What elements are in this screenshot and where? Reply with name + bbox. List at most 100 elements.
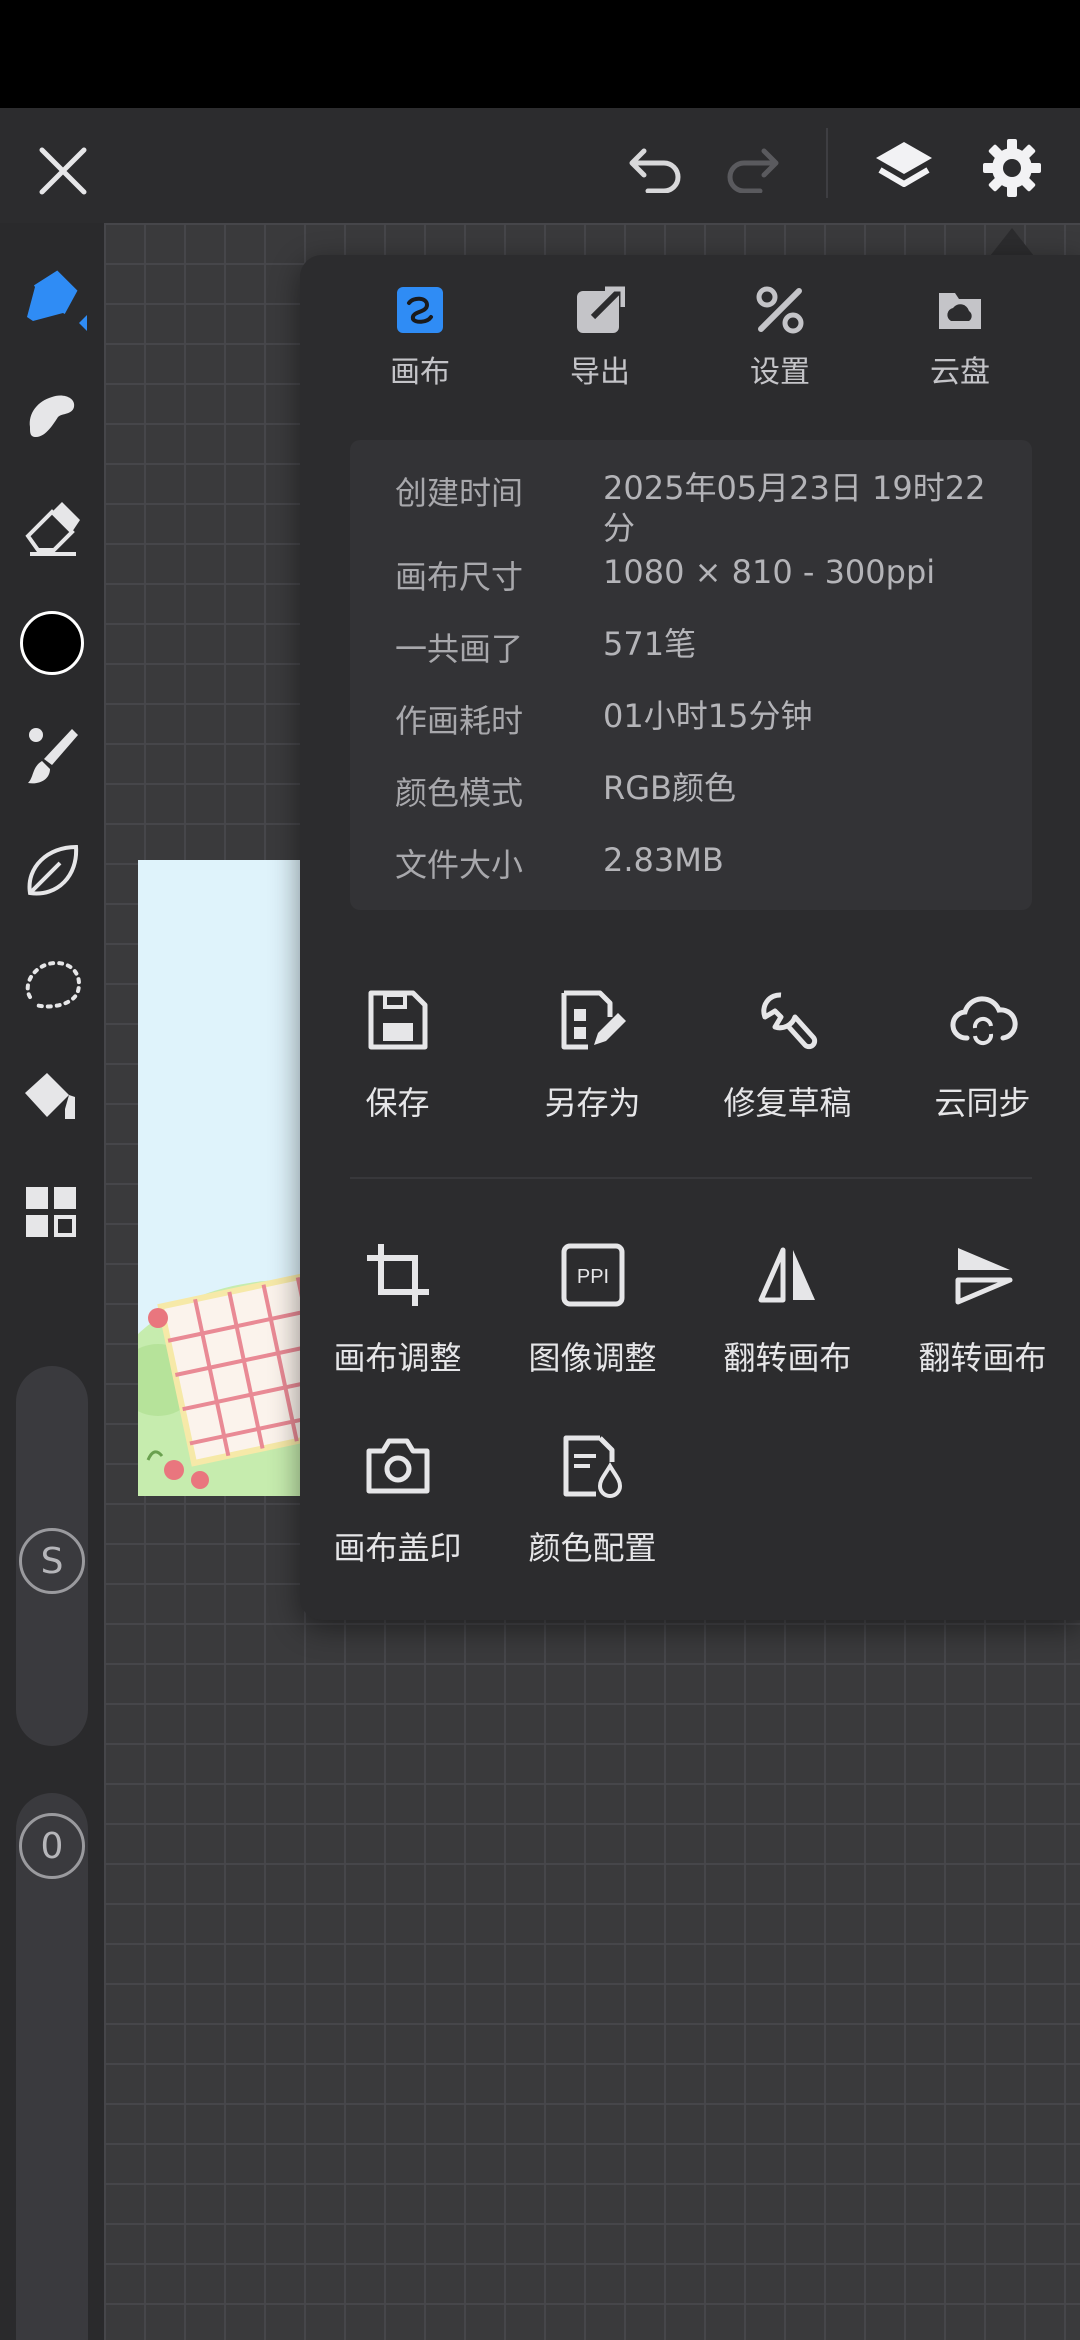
- left-toolbar: S 0: [0, 223, 104, 2340]
- canvas-adjust-label: 画布调整: [333, 1339, 462, 1377]
- color-picker[interactable]: [0, 593, 104, 693]
- save-icon: [368, 990, 427, 1050]
- info-key: 创建时间: [395, 474, 524, 512]
- flip-vertical-label: 翻转画布: [918, 1339, 1047, 1377]
- opacity-knob[interactable]: 0: [19, 1813, 85, 1879]
- tab-settings-label: 设置: [750, 356, 810, 389]
- canvas-info-box: 创建时间 2025年05月23日 19时22分 画布尺寸 1080 × 810 …: [350, 440, 1032, 910]
- info-key: 文件大小: [395, 846, 524, 884]
- info-value: 571笔: [603, 625, 697, 663]
- artwork-image: [138, 860, 308, 1496]
- smudge-tool[interactable]: [0, 363, 104, 463]
- cloud-sync-icon: [950, 996, 1018, 1046]
- app-root: S 0 画布 导出 设置 云盘 创建时间 2025年05月23日 19时22分 …: [0, 0, 1080, 2340]
- flip-vertical-icon: [955, 1248, 1012, 1305]
- info-row-size: 画布尺寸 1080 × 810 - 300ppi: [395, 552, 1015, 602]
- brush-tool[interactable]: [0, 707, 104, 807]
- brush-icon: [28, 728, 78, 784]
- repair-draft-button[interactable]: 修复草稿: [690, 980, 885, 1150]
- info-value: 1080 × 810 - 300ppi: [603, 553, 936, 591]
- settings-button[interactable]: [972, 128, 1052, 208]
- ppi-icon: PPI: [561, 1243, 624, 1307]
- more-tools[interactable]: [0, 1163, 104, 1263]
- canvas-stamp-label: 画布盖印: [333, 1529, 462, 1567]
- image-adjust-button[interactable]: PPI 图像调整: [495, 1235, 690, 1405]
- panel-tabs: 画布 导出 设置 云盘: [300, 285, 1080, 405]
- gear-icon: [983, 139, 1041, 197]
- image-adjust-label: 图像调整: [528, 1339, 657, 1377]
- close-icon: [39, 147, 87, 195]
- fill-tool[interactable]: [0, 1049, 104, 1149]
- tab-canvas[interactable]: 画布: [345, 285, 495, 405]
- color-profile-label: 颜色配置: [528, 1529, 657, 1567]
- eraser-icon: [25, 502, 80, 556]
- undo-button[interactable]: [618, 130, 694, 206]
- tab-settings[interactable]: 设置: [705, 285, 855, 405]
- current-color-swatch: [20, 611, 84, 675]
- actions-divider: [350, 1177, 1032, 1179]
- cloud-sync-label: 云同步: [934, 1084, 1031, 1122]
- canvas-stamp-button[interactable]: 画布盖印: [300, 1425, 495, 1595]
- save-as-label: 另存为: [544, 1084, 641, 1122]
- svg-text:PPI: PPI: [576, 1266, 608, 1288]
- tab-cloud[interactable]: 云盘: [885, 285, 1035, 405]
- save-label: 保存: [365, 1084, 430, 1122]
- tab-export[interactable]: 导出: [525, 285, 675, 405]
- layers-button[interactable]: [864, 128, 944, 208]
- camera-icon: [366, 1438, 429, 1494]
- undo-icon: [629, 148, 681, 193]
- crop-icon: [366, 1244, 429, 1306]
- info-value: 2025年05月23日 19时22分: [603, 469, 986, 547]
- tab-export-label: 导出: [570, 356, 630, 389]
- redo-icon: [727, 148, 779, 193]
- smudge-icon: [29, 395, 75, 437]
- brush-size-label: S: [40, 1540, 64, 1582]
- info-value: 2.83MB: [603, 841, 724, 879]
- flip-horizontal-label: 翻转画布: [723, 1339, 852, 1377]
- info-value: RGB颜色: [603, 769, 736, 807]
- brush-size-knob[interactable]: S: [19, 1528, 85, 1594]
- opacity-label: 0: [40, 1825, 64, 1867]
- save-as-button[interactable]: 另存为: [495, 980, 690, 1150]
- liquify-tool[interactable]: [0, 821, 104, 921]
- color-profile-button[interactable]: 颜色配置: [495, 1425, 690, 1595]
- settings-tools-icon: [756, 286, 804, 334]
- info-key: 画布尺寸: [395, 558, 524, 596]
- leaf-icon: [27, 844, 79, 896]
- close-button[interactable]: [20, 128, 106, 214]
- save-as-icon: [561, 990, 626, 1050]
- info-row-color-mode: 颜色模式 RGB颜色: [395, 768, 1015, 818]
- opacity-slider[interactable]: 0: [16, 1793, 88, 2340]
- redo-button[interactable]: [714, 130, 790, 206]
- layers-icon: [876, 142, 932, 187]
- canvas-settings-panel: 画布 导出 设置 云盘 创建时间 2025年05月23日 19时22分 画布尺寸: [300, 255, 1080, 1620]
- tab-cloud-label: 云盘: [930, 356, 990, 389]
- brush-size-slider[interactable]: S: [16, 1366, 88, 1746]
- info-row-strokes: 一共画了 571笔: [395, 624, 1015, 674]
- grid-icon: [26, 1187, 76, 1237]
- flip-horizontal-icon: [758, 1247, 815, 1303]
- info-value: 01小时15分钟: [603, 697, 813, 735]
- cloud-sync-button[interactable]: 云同步: [885, 980, 1080, 1150]
- artwork-picnic-illustration: [138, 860, 308, 1496]
- export-icon: [577, 286, 625, 333]
- paint-bucket-icon: [25, 1073, 75, 1119]
- eraser-tool[interactable]: [0, 478, 104, 578]
- flip-horizontal-button[interactable]: 翻转画布: [690, 1235, 885, 1405]
- top-bar-divider: [826, 128, 828, 198]
- canvas-adjust-button[interactable]: 画布调整: [300, 1235, 495, 1405]
- save-button[interactable]: 保存: [300, 980, 495, 1150]
- repair-draft-label: 修复草稿: [723, 1084, 852, 1122]
- lasso-icon: [25, 960, 81, 1009]
- top-bar: [0, 108, 1080, 223]
- lasso-tool[interactable]: [0, 935, 104, 1035]
- cloud-drive-icon: [939, 293, 981, 329]
- info-key: 颜色模式: [395, 774, 524, 812]
- pen-tool[interactable]: [0, 250, 104, 350]
- flip-vertical-button[interactable]: 翻转画布: [885, 1235, 1080, 1405]
- pen-icon: [27, 270, 87, 331]
- wrench-icon: [760, 992, 817, 1050]
- info-row-time: 作画耗时 01小时15分钟: [395, 696, 1015, 746]
- canvas-icon: [397, 287, 443, 333]
- status-bar: [0, 0, 1080, 108]
